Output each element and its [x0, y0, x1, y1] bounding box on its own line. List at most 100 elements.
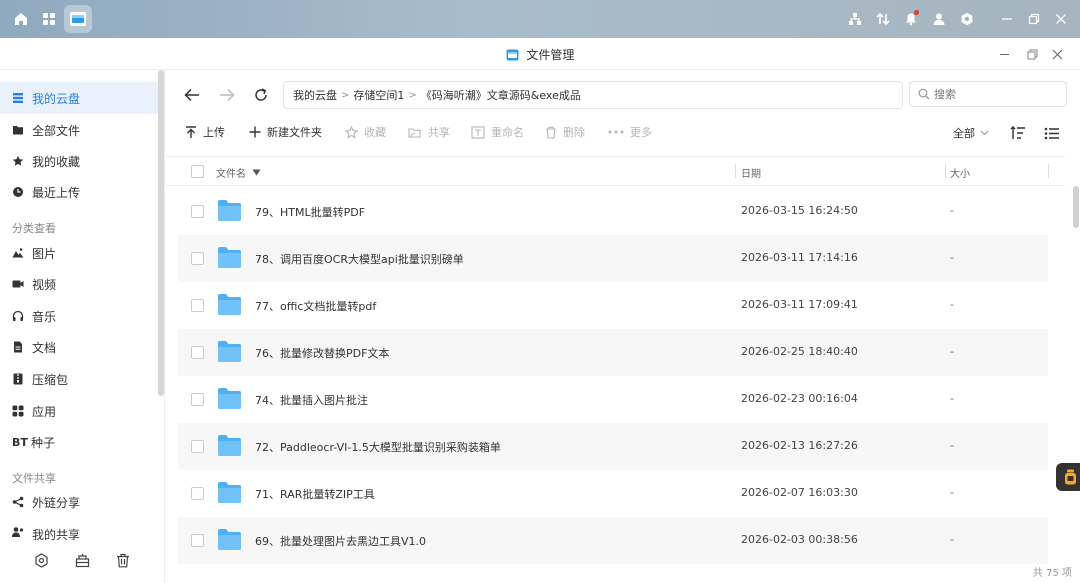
archive-icon — [13, 373, 23, 385]
row-checkbox[interactable] — [191, 205, 204, 218]
taskbar-minimize-button[interactable] — [997, 9, 1017, 29]
apps-button[interactable] — [35, 5, 63, 33]
refresh-button[interactable] — [250, 84, 272, 106]
sidebar-storage-button[interactable] — [71, 549, 93, 571]
sidebar-trash-button[interactable] — [112, 549, 134, 571]
file-date: 2026-03-15 16:24:50 — [741, 204, 858, 217]
sidebar-item-favorites[interactable]: 我的收藏 — [0, 145, 158, 177]
breadcrumb-item-storage[interactable]: 存储空间1 — [353, 87, 404, 103]
sidebar-item-apps[interactable]: 应用 — [0, 395, 158, 427]
row-checkbox[interactable] — [191, 299, 204, 312]
transfer-button[interactable] — [873, 9, 893, 29]
file-size: - — [950, 204, 954, 217]
row-checkbox[interactable] — [191, 393, 204, 406]
rename-button[interactable]: 重命名 — [471, 124, 524, 140]
upload-button[interactable]: 上传 — [185, 124, 225, 140]
file-manager-app-icon — [506, 49, 519, 60]
sidebar-item-recent-uploads[interactable]: 最近上传 — [0, 176, 158, 208]
file-manager-taskbar-button[interactable] — [64, 5, 92, 33]
more-label: 更多 — [630, 126, 652, 139]
home-button[interactable] — [7, 5, 35, 33]
sidebar-item-my-shares[interactable]: 我的共享 — [0, 518, 158, 540]
search-input[interactable] — [934, 87, 1054, 101]
column-divider[interactable] — [945, 164, 946, 178]
user-button[interactable] — [929, 9, 949, 29]
table-row[interactable]: 69、批量处理图片去黑边工具V1.0 2026-02-03 00:38:56 - — [178, 517, 1048, 564]
share-button[interactable]: 共享 — [408, 124, 450, 140]
row-checkbox[interactable] — [191, 346, 204, 359]
breadcrumb-item-my-cloud[interactable]: 我的云盘 — [293, 87, 337, 103]
row-checkbox[interactable] — [191, 252, 204, 265]
row-checkbox[interactable] — [191, 440, 204, 453]
sidebar-item-my-cloud[interactable]: 我的云盘 — [0, 82, 158, 114]
column-divider[interactable] — [735, 164, 736, 178]
file-list-scrollbar[interactable] — [1073, 186, 1079, 228]
home-icon — [15, 13, 27, 25]
star-outline-icon — [345, 125, 358, 139]
notification-button[interactable] — [901, 9, 921, 29]
new-folder-button[interactable]: 新建文件夹 — [249, 124, 322, 140]
taskbar-restore-button[interactable] — [1024, 9, 1044, 29]
breadcrumb: 我的云盘 > 存储空间1 > 《码海听潮》文章源码&exe成品 — [283, 81, 903, 109]
column-header-size[interactable]: 大小 — [950, 165, 970, 180]
sidebar-item-videos[interactable]: 视频 — [0, 268, 158, 300]
sidebar-item-all-files[interactable]: 全部文件 — [0, 114, 158, 146]
back-button[interactable] — [181, 84, 203, 106]
table-header: 文件名 日期 大小 — [165, 156, 1065, 186]
column-divider[interactable] — [1048, 164, 1049, 178]
folder-icon — [218, 529, 241, 550]
floating-widget-button[interactable] — [1056, 463, 1080, 491]
filter-dropdown[interactable]: 全部 — [953, 125, 989, 141]
sidebar-item-label: 我的云盘 — [32, 91, 81, 106]
sidebar-item-images[interactable]: 图片 — [0, 237, 158, 269]
table-row[interactable]: 78、调用百度OCR大模型api批量识别磅单 2026-03-11 17:14:… — [178, 235, 1048, 282]
file-name: 69、批量处理图片去黑边工具V1.0 — [255, 535, 427, 548]
sidebar-scrollbar[interactable] — [158, 70, 164, 396]
trash-icon — [546, 126, 556, 139]
table-row[interactable]: 71、RAR批量转ZIP工具 2026-02-07 16:03:30 - — [178, 470, 1048, 517]
table-row[interactable]: 74、批量插入图片批注 2026-02-23 00:16:04 - — [178, 376, 1048, 423]
row-checkbox[interactable] — [191, 487, 204, 500]
sidebar-item-torrents[interactable]: BT 种子 — [0, 426, 158, 458]
sidebar-item-label: 应用 — [32, 404, 57, 419]
sidebar-item-label: 我的收藏 — [32, 154, 81, 169]
sidebar-item-label: 文档 — [32, 340, 57, 355]
table-row[interactable]: 76、批量修改替换PDF文本 2026-02-25 18:40:40 - — [178, 329, 1048, 376]
file-size: - — [950, 533, 954, 546]
select-all-checkbox[interactable] — [191, 165, 204, 178]
sidebar-item-link-share[interactable]: 外链分享 — [0, 486, 158, 518]
notification-badge — [914, 10, 919, 15]
sidebar-item-archives[interactable]: 压缩包 — [0, 363, 158, 395]
table-row[interactable]: 72、Paddleocr-VI-1.5大模型批量识别采购装箱单 2026-02-… — [178, 423, 1048, 470]
row-checkbox[interactable] — [191, 534, 204, 547]
widget-jar-icon — [1064, 469, 1076, 485]
close-icon — [1052, 49, 1062, 59]
more-button[interactable]: 更多 — [608, 124, 652, 140]
breadcrumb-item-current-folder[interactable]: 《码海听潮》文章源码&exe成品 — [421, 87, 581, 103]
column-name-label: 文件名 — [216, 169, 246, 180]
favorite-button[interactable]: 收藏 — [345, 124, 386, 140]
taskbar-close-button[interactable] — [1051, 9, 1071, 29]
sidebar-settings-button[interactable] — [30, 549, 52, 571]
grid-icon — [43, 13, 55, 25]
sidebar-item-music[interactable]: 音乐 — [0, 300, 158, 332]
settings-button[interactable] — [957, 9, 977, 29]
sidebar-item-documents[interactable]: 文档 — [0, 331, 158, 363]
toolbar: 上传 新建文件夹 收藏 共享 重命名 删除 更多 全部 — [165, 118, 1080, 146]
table-row[interactable]: 77、offic文档批量转pdf 2026-03-11 17:09:41 - — [178, 282, 1048, 329]
network-button[interactable] — [845, 9, 865, 29]
sidebar-item-label: 音乐 — [32, 309, 57, 324]
column-header-name[interactable]: 文件名 — [216, 165, 261, 180]
sort-button[interactable] — [1009, 124, 1027, 142]
share-label: 共享 — [428, 126, 450, 139]
delete-button[interactable]: 删除 — [545, 124, 585, 140]
file-name: 77、offic文档批量转pdf — [255, 300, 377, 313]
window-close-button[interactable] — [1049, 46, 1065, 62]
table-row[interactable]: 79、HTML批量转PDF 2026-03-15 16:24:50 - — [178, 188, 1048, 235]
window-maximize-button[interactable] — [1024, 46, 1040, 62]
column-header-date[interactable]: 日期 — [741, 165, 761, 180]
list-view-button[interactable] — [1043, 124, 1061, 142]
forward-button[interactable] — [216, 84, 238, 106]
window-minimize-button[interactable] — [996, 46, 1012, 62]
file-size: - — [950, 392, 954, 405]
